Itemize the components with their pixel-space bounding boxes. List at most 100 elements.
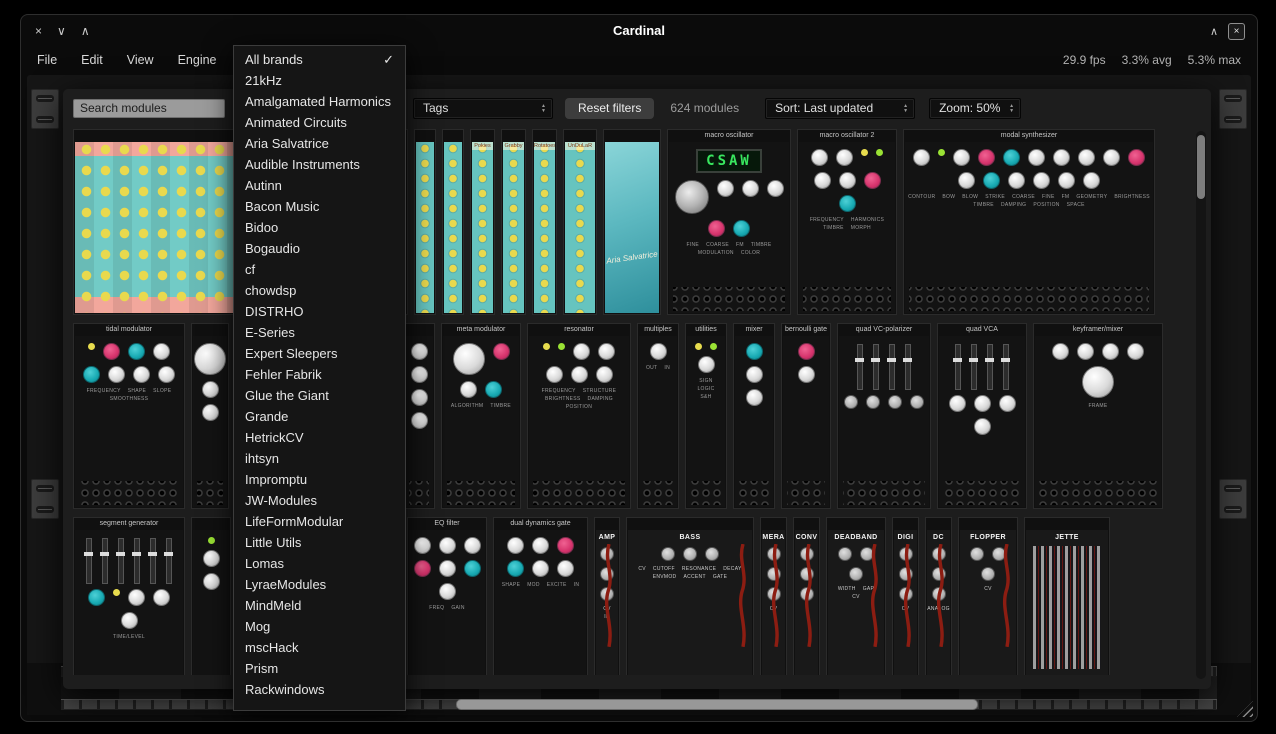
brand-menu-item[interactable]: Bacon Music — [234, 196, 405, 217]
module-card[interactable]: DIGICV — [892, 517, 919, 675]
brand-menu-item[interactable]: cf — [234, 259, 405, 280]
brand-menu-item[interactable]: Animated Circuits — [234, 112, 405, 133]
knob-field — [688, 340, 724, 376]
brand-menu-item[interactable]: Prism — [234, 658, 405, 679]
brand-menu-item[interactable]: DISTRHO — [234, 301, 405, 322]
zoom-dropdown[interactable]: Zoom: 50% ▲▼ — [929, 98, 1021, 119]
module-card[interactable]: macro oscillatorCSAWFINECOARSEFMTIMBREMO… — [667, 129, 791, 315]
module-card[interactable] — [414, 129, 436, 315]
module-card[interactable]: bernoulli gate — [781, 323, 831, 509]
brand-menu-item[interactable]: Grande — [234, 406, 405, 427]
knob-field — [496, 534, 585, 580]
module-card[interactable]: modal synthesizerCONTOURBOWBLOWSTRIKECOA… — [903, 129, 1155, 315]
module-card[interactable]: utilitiesSIGNLOGICS&H — [685, 323, 727, 509]
module-card[interactable]: CONV — [793, 517, 820, 675]
cpu-avg-value: 3.3% avg — [1122, 53, 1172, 67]
menu-engine[interactable]: Engine — [178, 53, 217, 67]
knob-field — [193, 340, 227, 424]
module-card[interactable]: DEADBANDWIDTHGAPCV — [826, 517, 886, 675]
module-card[interactable]: BASSCVCUTOFFRESONANCEDECAYENVMODACCENTGA… — [626, 517, 754, 675]
module-card[interactable]: macro oscillator 2FREQUENCYHARMONICSTIMB… — [797, 129, 897, 315]
module-panel — [735, 336, 773, 507]
module-card[interactable]: DCANALOG — [925, 517, 952, 675]
module-card[interactable]: mixer — [733, 323, 775, 509]
close-icon[interactable]: × — [35, 24, 42, 38]
vertical-scrollbar-track[interactable] — [1196, 131, 1206, 679]
knob — [411, 389, 428, 406]
module-card[interactable] — [403, 323, 435, 509]
brand-menu-item[interactable]: Amalgamated Harmonics — [234, 91, 405, 112]
module-card[interactable]: JETTE — [1024, 517, 1110, 675]
brand-menu-item[interactable]: LyraeModules — [234, 574, 405, 595]
module-card[interactable]: multiplesOUTIN — [637, 323, 679, 509]
brand-menu-item[interactable]: Fehler Fabrik — [234, 364, 405, 385]
brand-menu-item[interactable]: Lomas — [234, 553, 405, 574]
sort-dropdown[interactable]: Sort: Last updated ▲▼ — [765, 98, 915, 119]
brand-menu-item[interactable]: LifeFormModular — [234, 511, 405, 532]
reset-filters-button[interactable]: Reset filters — [565, 98, 654, 119]
panel-label: BLOW — [962, 194, 978, 200]
brand-menu-item[interactable]: ihtsyn — [234, 448, 405, 469]
module-card[interactable] — [191, 517, 231, 675]
brand-menu-item[interactable]: 21kHz — [234, 70, 405, 91]
module-card[interactable] — [191, 323, 229, 509]
menu-view[interactable]: View — [127, 53, 154, 67]
brand-menu-item[interactable]: Rackwindows — [234, 679, 405, 700]
module-panel-name: DIGI — [898, 533, 914, 544]
module-card[interactable]: quad VC-polarizer — [837, 323, 931, 509]
chevron-down-icon[interactable]: ∨ — [57, 24, 66, 38]
brand-menu-item[interactable]: Impromptu — [234, 469, 405, 490]
module-card[interactable]: quad VCA — [937, 323, 1027, 509]
brand-menu-item[interactable]: MindMeld — [234, 595, 405, 616]
tags-filter-dropdown[interactable]: Tags ▲▼ — [413, 98, 553, 119]
raise-icon[interactable]: ∧ — [1210, 25, 1218, 38]
brand-menu-item[interactable]: Expert Sleepers — [234, 343, 405, 364]
search-input[interactable] — [73, 99, 225, 118]
chevron-up-icon[interactable]: ∧ — [81, 24, 90, 38]
module-card[interactable]: Aria Salvatrice — [603, 129, 661, 315]
panel-label: MOD — [527, 582, 540, 588]
brand-menu-item[interactable]: HetrickCV — [234, 427, 405, 448]
menu-edit[interactable]: Edit — [81, 53, 103, 67]
brand-menu-item[interactable]: Little Utils — [234, 532, 405, 553]
brand-menu-item[interactable]: mscHack — [234, 637, 405, 658]
module-card[interactable]: keyframer/mixerFRAME — [1033, 323, 1163, 509]
brand-menu-item[interactable]: JW-Modules — [234, 490, 405, 511]
module-card[interactable]: Rotatoes — [532, 129, 557, 315]
brand-menu-item[interactable]: Bidoo — [234, 217, 405, 238]
module-card[interactable]: meta modulatorALGORITHMTIMBRE — [441, 323, 521, 509]
panel-label-row: FREQUENCYSHAPESLOPESMOOTHNESS — [76, 386, 182, 404]
module-card[interactable]: FLOPPERCV — [958, 517, 1018, 675]
module-card[interactable]: Grabby — [501, 129, 526, 315]
module-card[interactable]: EQ filterFREQGAIN — [407, 517, 487, 675]
brand-menu-item[interactable]: Audible Instruments — [234, 154, 405, 175]
brand-menu-item[interactable]: Aria Salvatrice — [234, 133, 405, 154]
module-card[interactable]: resonatorFREQUENCYSTRUCTUREBRIGHTNESSDAM… — [527, 323, 631, 509]
module-card[interactable]: MERACV — [760, 517, 787, 675]
rail-screw-slot — [36, 116, 54, 123]
module-card[interactable]: tidal modulatorFREQUENCYSHAPESLOPESMOOTH… — [73, 323, 185, 509]
module-card[interactable]: Pokies — [470, 129, 495, 315]
brand-menu-item[interactable]: Autinn — [234, 175, 405, 196]
brand-menu-item[interactable]: Mog — [234, 616, 405, 637]
menu-file[interactable]: File — [37, 53, 57, 67]
slider — [905, 344, 911, 390]
module-card[interactable]: dual dynamics gateSHAPEMODEXCITEIN — [493, 517, 588, 675]
panel-label: FRAME — [1089, 403, 1108, 409]
knob — [153, 589, 170, 606]
knob — [733, 220, 750, 237]
brand-menu-item[interactable]: Bogaudio — [234, 238, 405, 259]
module-card[interactable]: segment generatorTIME/LEVEL — [73, 517, 185, 675]
brand-menu-item[interactable]: Glue the Giant — [234, 385, 405, 406]
brand-menu-item[interactable]: chowdsp — [234, 280, 405, 301]
close-box-icon[interactable]: × — [1228, 23, 1245, 40]
module-card[interactable] — [442, 129, 464, 315]
brand-menu-item[interactable]: E-Series — [234, 322, 405, 343]
module-card[interactable]: AMPCVIN — [594, 517, 620, 675]
brand-menu-item-all[interactable]: All brands ✓ — [234, 49, 405, 70]
knob — [1083, 172, 1100, 189]
vertical-scrollbar-thumb[interactable] — [1197, 135, 1205, 199]
window-title: Cardinal — [21, 15, 1257, 47]
horizontal-scrollbar-thumb[interactable] — [456, 699, 978, 710]
module-card[interactable]: UnDuLaR — [563, 129, 597, 315]
